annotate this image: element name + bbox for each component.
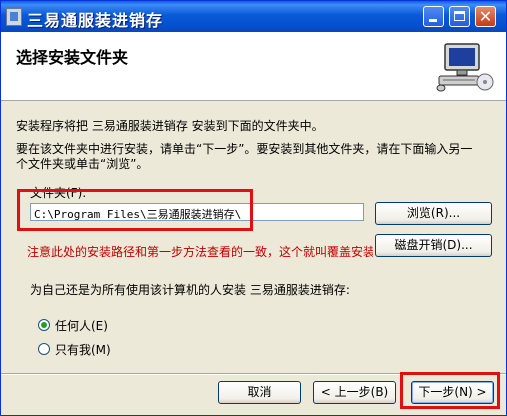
radio-everyone-label[interactable]: 任何人(E) <box>55 317 108 334</box>
title-bar[interactable]: 三易通服装进销存 ✕ <box>1 1 506 32</box>
app-icon <box>6 8 22 26</box>
close-button[interactable]: ✕ <box>475 6 496 27</box>
wizard-header: 选择安装文件夹 <box>1 32 506 101</box>
computer-icon <box>436 43 494 92</box>
next-button[interactable]: 下一步(N) > <box>411 381 494 404</box>
installer-window: 三易通服装进销存 ✕ 选择安装文件夹 安装程序将把 三易通服装进销存 安装到下面… <box>0 0 507 416</box>
minimize-button[interactable] <box>423 6 444 27</box>
annotation-note: 注意此处的安装路径和第一步方法查看的一致，这个就叫覆盖安装。 <box>27 245 373 259</box>
disk-cost-button[interactable]: 磁盘开销(D)... <box>375 234 492 257</box>
close-icon: ✕ <box>478 7 493 26</box>
page-title: 选择安装文件夹 <box>16 48 129 67</box>
window-title: 三易通服装进销存 <box>27 11 164 30</box>
radio-everyone[interactable] <box>38 319 50 331</box>
maximize-button[interactable] <box>449 6 470 27</box>
install-for-label: 为自己还是为所有使用该计算机的人安装 三易通服装进销存: <box>30 283 350 297</box>
back-button[interactable]: < 上一步(B) <box>313 381 396 404</box>
cancel-button[interactable]: 取消 <box>218 381 301 404</box>
radio-just-me[interactable] <box>38 343 50 355</box>
intro-text: 安装程序将把 三易通服装进销存 安装到下面的文件夹中。 <box>16 119 324 133</box>
folder-path-input[interactable]: C:\Program Files\三易通服装进销存\ <box>30 203 364 221</box>
folder-label: 文件夹(F): <box>30 186 87 200</box>
browse-button[interactable]: 浏览(R)... <box>375 202 492 225</box>
instruction-text-2: 个文件夹或单击“浏览”。 <box>16 157 149 171</box>
radio-just-me-label[interactable]: 只有我(M) <box>55 341 111 358</box>
footer-divider <box>1 373 506 375</box>
